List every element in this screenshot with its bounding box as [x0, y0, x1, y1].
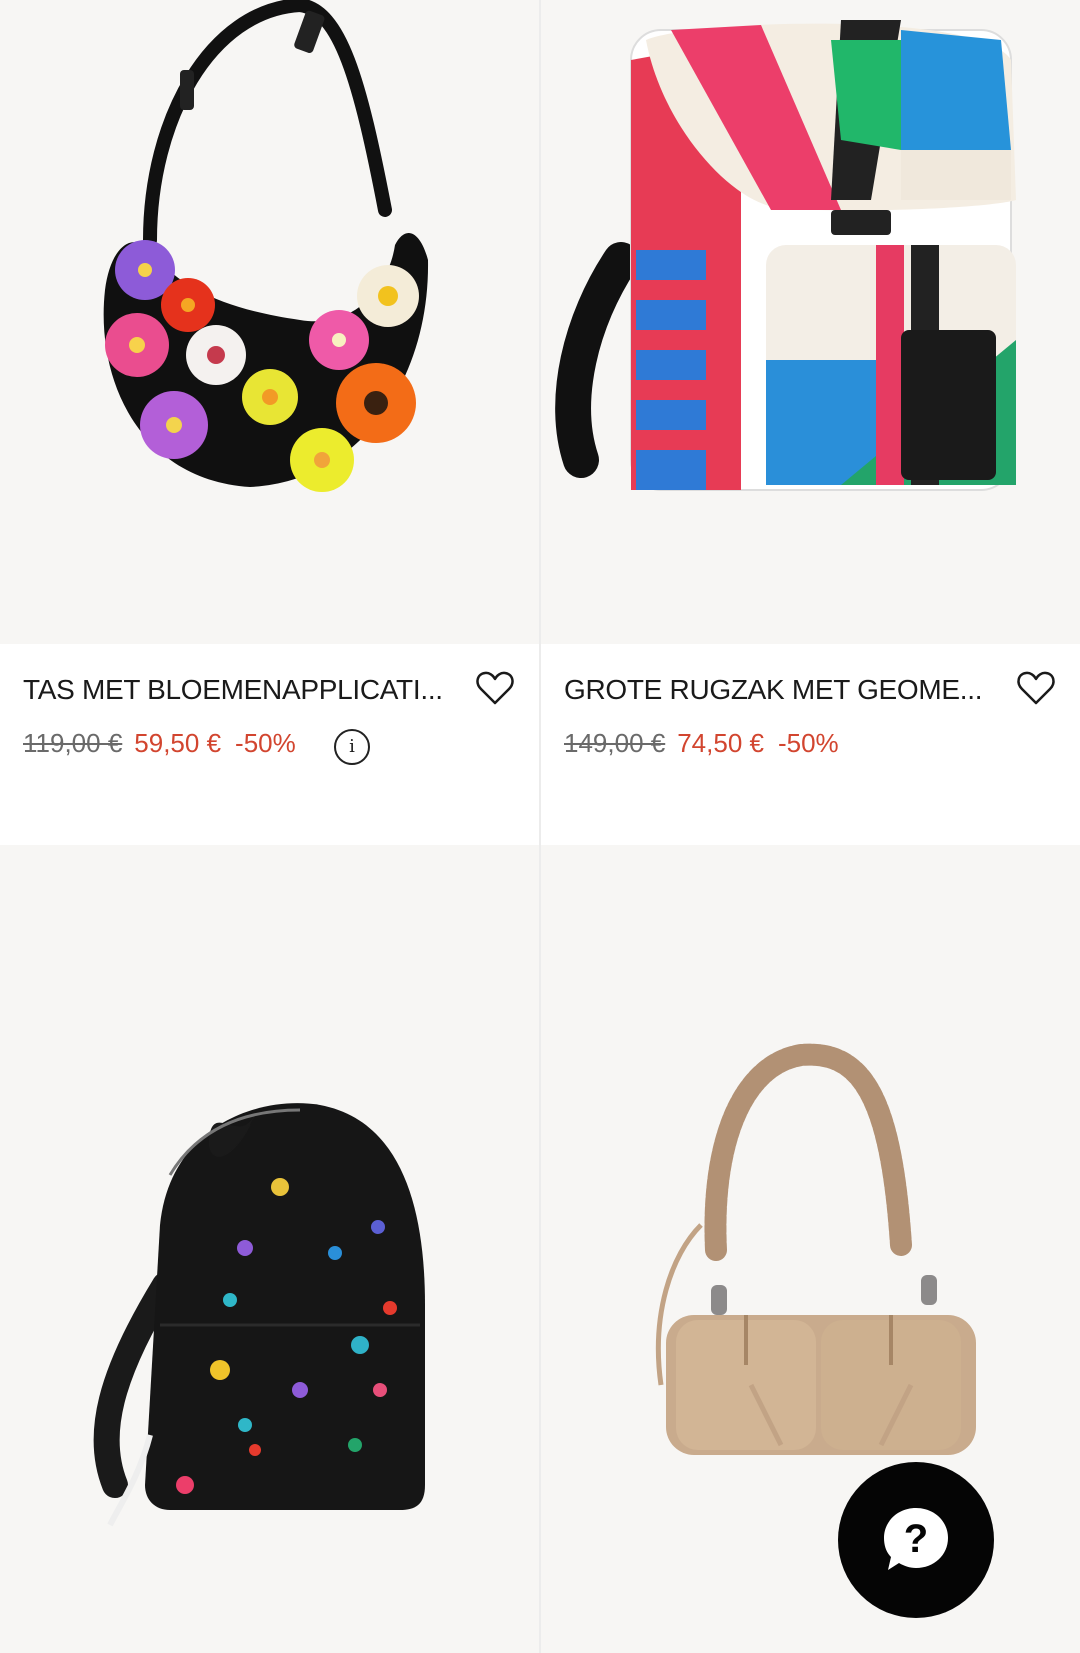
product-image[interactable]: [541, 845, 1080, 1653]
product-grid: TAS MET BLOEMENAPPLICATI... 119,00 € 59,…: [0, 0, 1080, 1653]
info-icon[interactable]: i: [334, 729, 370, 765]
help-button[interactable]: ?: [838, 1462, 994, 1618]
help-label: ?: [904, 1517, 928, 1561]
old-price: 119,00 €: [23, 728, 123, 758]
sale-price: 74,50 €: [677, 728, 764, 758]
product-image[interactable]: [0, 845, 539, 1653]
product-title[interactable]: GROTE RUGZAK MET GEOME...: [564, 674, 1009, 706]
product-image[interactable]: [541, 0, 1080, 644]
price-row: 149,00 € 74,50 € -50%: [564, 728, 839, 759]
product-image[interactable]: [0, 0, 539, 644]
product-card[interactable]: [0, 845, 539, 1653]
product-card[interactable]: [541, 845, 1080, 1653]
price-row: 119,00 € 59,50 € -50%: [23, 728, 296, 759]
product-info: GROTE RUGZAK MET GEOME... 149,00 € 74,50…: [541, 644, 1080, 845]
old-price: 149,00 €: [564, 728, 666, 758]
product-card[interactable]: GROTE RUGZAK MET GEOME... 149,00 € 74,50…: [541, 0, 1080, 845]
sale-price: 59,50 €: [134, 728, 222, 758]
discount-badge: -50%: [235, 728, 296, 758]
discount-badge: -50%: [777, 728, 839, 758]
product-info: TAS MET BLOEMENAPPLICATI... 119,00 € 59,…: [0, 644, 539, 845]
product-title[interactable]: TAS MET BLOEMENAPPLICATI...: [23, 674, 468, 706]
heart-icon[interactable]: [475, 669, 515, 707]
help-chat-icon: ?: [884, 1508, 948, 1570]
heart-icon[interactable]: [1016, 669, 1056, 707]
product-card[interactable]: TAS MET BLOEMENAPPLICATI... 119,00 € 59,…: [0, 0, 539, 845]
